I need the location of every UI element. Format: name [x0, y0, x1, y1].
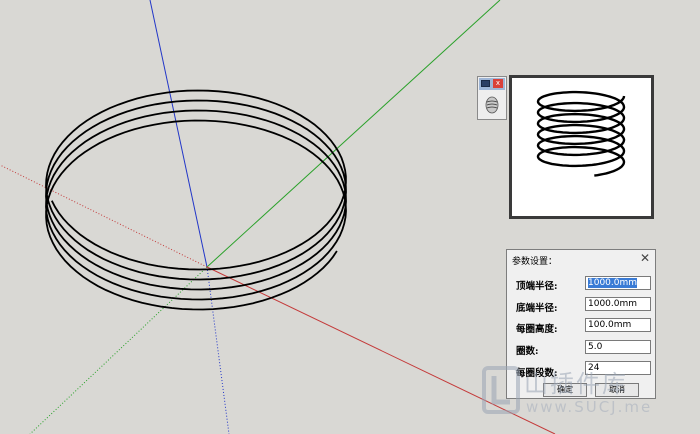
- watermark-url: www.SUCJ.me: [526, 398, 653, 416]
- spring-icon[interactable]: [485, 96, 499, 114]
- turns-label: 圈数:: [516, 346, 539, 357]
- close-icon[interactable]: x: [493, 79, 503, 88]
- helix-curve[interactable]: [45, 89, 347, 311]
- pitch-input[interactable]: 100.0mm: [585, 318, 651, 332]
- blue-axis: [149, 0, 208, 268]
- preview-helix-curve: [536, 90, 626, 177]
- helix-model[interactable]: [45, 89, 347, 311]
- dialog-title: 参数设置：: [512, 257, 558, 267]
- top-radius-label: 顶端半径:: [516, 281, 558, 292]
- pitch-label: 每圈高度:: [516, 324, 558, 335]
- close-icon[interactable]: ✕: [640, 251, 650, 265]
- mini-toolbar: x: [477, 76, 507, 120]
- bottom-radius-label: 底端半径:: [516, 303, 558, 314]
- bottom-radius-input[interactable]: 1000.0mm: [585, 297, 651, 311]
- red-axis-dotted: [0, 164, 208, 268]
- green-axis: [206, 0, 501, 268]
- green-axis-dotted: [29, 266, 208, 434]
- watermark-text: 山插件库: [524, 370, 628, 398]
- helix-preview: [509, 75, 654, 219]
- window-icon[interactable]: [481, 80, 490, 87]
- turns-input[interactable]: 5.0: [585, 340, 651, 354]
- blue-axis-dotted: [206, 266, 230, 434]
- watermark: 山插件库 www.SUCJ.me: [480, 362, 695, 422]
- top-radius-input[interactable]: 1000.0mm: [585, 276, 651, 290]
- watermark-logo: [482, 366, 520, 414]
